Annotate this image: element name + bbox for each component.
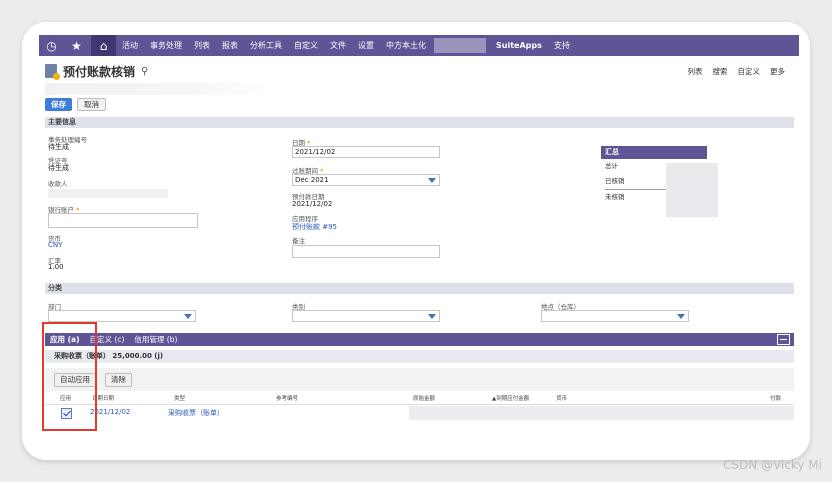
- bank-account-select[interactable]: [48, 213, 198, 228]
- col-ref: 参考编号: [276, 396, 299, 402]
- highlight-annotation: [42, 322, 97, 431]
- location-select[interactable]: [541, 310, 689, 322]
- search-icon[interactable]: ⚲: [141, 66, 148, 77]
- nav-customization[interactable]: 自定义: [288, 35, 324, 56]
- table-row: 2021/12/02 采购收票（账单）: [45, 404, 794, 420]
- watermark: CSDN @Vicky Mi: [722, 458, 822, 472]
- page-header: 预付账款核销 ⚲: [45, 62, 148, 80]
- payee-label: 收款人: [48, 180, 68, 188]
- date-field[interactable]: 2021/12/02: [292, 146, 440, 158]
- apply-table-header: 应用 日期日期 类型 参考编号 原始金额 ▲到期应付金额 货币 付款: [45, 394, 794, 404]
- section-main-info: 主要信息: [45, 117, 794, 128]
- link-list[interactable]: 列表: [688, 66, 703, 77]
- subtab-bar: 应用 (a) 自定义 (c) 信用管理 (b): [45, 333, 794, 346]
- link-search[interactable]: 搜索: [713, 66, 728, 77]
- applied-to-link[interactable]: 预付账款 #95: [292, 222, 337, 232]
- chevron-down-icon: [184, 314, 192, 319]
- row-type[interactable]: 采购收票（账单）: [168, 408, 224, 418]
- txn-no-value: 待生成: [48, 143, 69, 151]
- currency-value[interactable]: CNY: [48, 241, 62, 249]
- col-currency: 货币: [556, 396, 568, 402]
- row-redacted: [409, 406, 794, 420]
- tab-credit[interactable]: 信用管理 (b): [129, 334, 182, 345]
- col-payment: 付款: [770, 396, 782, 402]
- clear-button[interactable]: 清除: [105, 372, 132, 387]
- nav-redacted-item: [434, 38, 486, 53]
- save-button[interactable]: 保存: [45, 98, 72, 111]
- netsuite-app: ◷ ★ ⌂ 活动 事务处理 列表 报表 分析工具 自定义 文件 设置 中方本土化…: [39, 35, 799, 445]
- prepay-date-value: 2021/12/02: [292, 200, 333, 208]
- record-icon: [45, 64, 60, 80]
- department-select[interactable]: [48, 310, 196, 322]
- top-nav-bar: ◷ ★ ⌂ 活动 事务处理 列表 报表 分析工具 自定义 文件 设置 中方本土化…: [39, 35, 799, 56]
- star-icon[interactable]: ★: [64, 35, 89, 56]
- nav-analytics[interactable]: 分析工具: [244, 35, 288, 56]
- col-orig-amount: 原始金额: [413, 396, 436, 402]
- col-amount-due[interactable]: ▲到期应付金额: [492, 394, 529, 402]
- link-customize[interactable]: 自定义: [738, 66, 761, 77]
- link-more[interactable]: 更多: [770, 66, 785, 77]
- col-type: 类型: [174, 396, 186, 402]
- chevron-down-icon: [677, 314, 685, 319]
- recent-icon[interactable]: ◷: [39, 35, 64, 56]
- home-icon[interactable]: ⌂: [91, 35, 116, 56]
- payee-redacted: [48, 189, 168, 198]
- nav-setup[interactable]: 设置: [352, 35, 380, 56]
- nav-lists[interactable]: 列表: [188, 35, 216, 56]
- period-select[interactable]: Dec 2021: [292, 174, 440, 186]
- page-title: 预付账款核销: [63, 64, 136, 79]
- class-select[interactable]: [292, 310, 440, 322]
- section-classification: 分类: [45, 283, 794, 294]
- memo-field[interactable]: [292, 245, 440, 258]
- collapse-icon[interactable]: [777, 334, 790, 345]
- nav-documents[interactable]: 文件: [324, 35, 352, 56]
- voucher-value: 待生成: [48, 164, 69, 172]
- cancel-button[interactable]: 取消: [77, 98, 106, 111]
- chevron-down-icon: [428, 314, 436, 319]
- chevron-down-icon: [428, 178, 436, 183]
- nav-reports[interactable]: 报表: [216, 35, 244, 56]
- window-frame: ◷ ★ ⌂ 活动 事务处理 列表 报表 分析工具 自定义 文件 设置 中方本土化…: [22, 22, 810, 460]
- summary-title: 汇总: [601, 146, 707, 159]
- rate-value: 1.00: [48, 263, 64, 271]
- nav-suiteapps[interactable]: SuiteApps: [490, 35, 548, 56]
- nav-localization[interactable]: 中方本土化: [380, 35, 432, 56]
- nav-transactions[interactable]: 事务处理: [144, 35, 188, 56]
- summary-redacted: [666, 163, 718, 217]
- redacted-subtitle: [45, 83, 271, 95]
- nav-support[interactable]: 支持: [548, 35, 576, 56]
- bill-subheader: 采购收票（账单） 25,000.00 (j): [45, 350, 794, 363]
- memo-label: 备注: [292, 237, 305, 245]
- form-buttons: 保存 取消: [45, 98, 106, 111]
- apply-actions: 自动应用 清除: [45, 368, 794, 391]
- page-actions: 列表 搜索 自定义 更多: [688, 66, 786, 77]
- nav-activities[interactable]: 活动: [116, 35, 144, 56]
